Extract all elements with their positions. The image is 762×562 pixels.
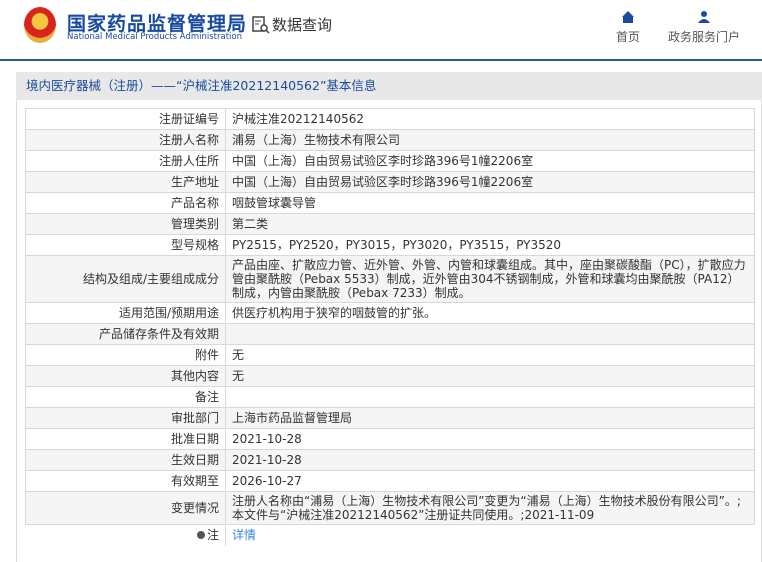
field-value: 供医疗机构用于狭窄的咽鼓管的扩张。: [225, 302, 755, 324]
field-value: 无: [225, 365, 755, 387]
field-value: 无: [225, 344, 755, 366]
field-label: 备注: [25, 386, 226, 408]
field-label: 批准日期: [25, 428, 226, 450]
field-label: 型号规格: [25, 234, 226, 256]
document-search-icon: [252, 15, 270, 34]
table-row: 附件无: [25, 344, 755, 366]
field-label: 管理类别: [25, 213, 226, 235]
table-row: 批准日期 2021-10-28: [25, 428, 755, 450]
table-row: 适用范围/预期用途 供医疗机构用于狭窄的咽鼓管的扩张。: [25, 302, 755, 324]
field-value: 注册人名称由“浦易（上海）生物技术有限公司”变更为“浦易（上海）生物技术股份有限…: [225, 491, 755, 525]
field-value: 2026-10-27: [225, 470, 755, 492]
field-label: 附件: [25, 344, 226, 366]
field-value: 上海市药品监督管理局: [225, 407, 755, 429]
field-label: 产品名称: [25, 192, 226, 214]
field-value: 中国（上海）自由贸易试验区李时珍路396号1幢2206室: [225, 150, 755, 172]
site-header: 国家药品监督管理局 National Medical Products Admi…: [0, 0, 762, 61]
brand-name-en: National Medical Products Administration: [67, 32, 242, 42]
field-label: 变更情况: [25, 491, 226, 525]
field-value: 2021-10-28: [225, 428, 755, 450]
field-label: 注册人住所: [25, 150, 226, 172]
home-icon: [622, 11, 634, 23]
table-row: 其他内容无: [25, 365, 755, 387]
field-value: 沪械注准20212140562: [225, 108, 755, 130]
table-row: 管理类别 第二类: [25, 213, 755, 235]
user-icon: [698, 11, 710, 23]
table-row: 生效日期 2021-10-28: [25, 449, 755, 471]
nav-home-label: 首页: [616, 30, 641, 44]
table-row: 注册人名称 浦易（上海）生物技术有限公司: [25, 129, 755, 151]
field-value: 浦易（上海）生物技术有限公司: [225, 129, 755, 151]
field-label: 有效期至: [25, 470, 226, 492]
field-label: 审批部门: [25, 407, 226, 429]
field-label: 产品储存条件及有效期: [25, 323, 226, 345]
table-row: 审批部门 上海市药品监督管理局: [25, 407, 755, 429]
info-table: 注册证编号 沪械注准20212140562 注册人名称 浦易（上海）生物技术有限公司注…: [25, 108, 755, 546]
field-value: [225, 323, 755, 345]
table-row: 型号规格 PY2515，PY2520，PY3015，PY3020，PY3515，P…: [25, 234, 755, 256]
data-query-link[interactable]: 数据查询: [252, 14, 332, 35]
table-row: 注册人住所 中国（上海）自由贸易试验区李时珍路396号1幢2206室: [25, 150, 755, 172]
pin-icon: [196, 531, 205, 540]
table-row: 产品名称 咽鼓管球囊导管: [25, 192, 755, 214]
page-title: 境内医疗器械（注册）——“沪械注准20212140562”基本信息: [16, 72, 762, 100]
table-row: 结构及组成/主要组成成分 产品由座、扩散应力管、近外管、外管、内管和球囊组成。其中…: [25, 255, 755, 303]
field-value: PY2515，PY2520，PY3015，PY3020，PY3515，PY352…: [225, 234, 755, 256]
field-value: [225, 386, 755, 408]
field-value: 2021-10-28: [225, 449, 755, 471]
table-row: 备注: [25, 386, 755, 408]
details-link[interactable]: 详情: [232, 528, 256, 542]
note-label: 注: [206, 528, 219, 543]
field-label: 注册证编号: [25, 108, 226, 130]
table-row: 有效期至 2026-10-27: [25, 470, 755, 492]
field-value: 咽鼓管球囊导管: [225, 192, 755, 214]
nav-service-portal[interactable]: 政务服务门户: [668, 10, 740, 45]
nav-service-portal-label: 政务服务门户: [668, 30, 741, 44]
note-row: 注详情: [25, 524, 755, 546]
note-label-cell: 注: [25, 524, 226, 546]
national-emblem-logo: [24, 7, 56, 43]
table-row: 生产地址 中国（上海）自由贸易试验区李时珍路396号1幢2206室: [25, 171, 755, 193]
field-label: 生产地址: [25, 171, 226, 193]
nav-home[interactable]: 首页: [616, 10, 640, 45]
field-label: 注册人名称: [25, 129, 226, 151]
field-value: 中国（上海）自由贸易试验区李时珍路396号1幢2206室: [225, 171, 755, 193]
data-query-label: 数据查询: [272, 16, 333, 34]
field-label: 生效日期: [25, 449, 226, 471]
field-value: 产品由座、扩散应力管、近外管、外管、内管和球囊组成。其中，座由聚碳酸酯（PC），…: [225, 255, 755, 303]
table-row: 变更情况 注册人名称由“浦易（上海）生物技术有限公司”变更为“浦易（上海）生物技术…: [25, 491, 755, 525]
field-value: 第二类: [225, 213, 755, 235]
table-row: 注册证编号 沪械注准20212140562: [25, 108, 755, 130]
field-label: 结构及组成/主要组成成分: [25, 255, 226, 303]
field-label: 其他内容: [25, 365, 226, 387]
field-label: 适用范围/预期用途: [25, 302, 226, 324]
table-row: 产品储存条件及有效期: [25, 323, 755, 345]
page-title-text: 境内医疗器械（注册）——“沪械注准20212140562”基本信息: [26, 78, 377, 93]
